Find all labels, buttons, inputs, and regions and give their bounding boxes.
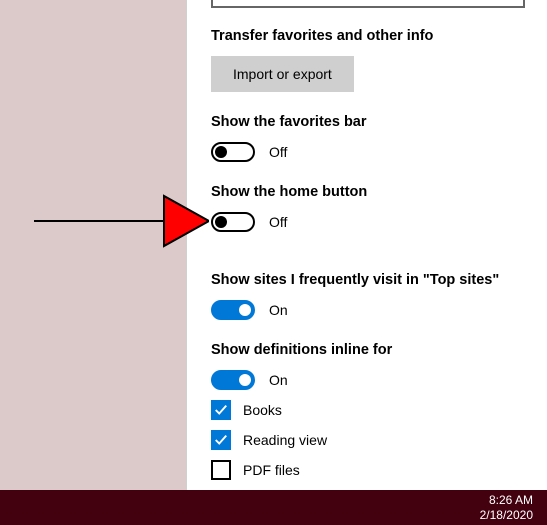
toggle-top-sites[interactable] bbox=[211, 300, 255, 320]
taskbar-time: 8:26 AM bbox=[480, 493, 533, 508]
heading-definitions: Show definitions inline for bbox=[211, 342, 547, 358]
check-icon bbox=[214, 403, 228, 417]
settings-panel: Transfer favorites and other info Import… bbox=[186, 0, 547, 490]
checkbox-pdf-files[interactable] bbox=[211, 460, 231, 480]
heading-home-button: Show the home button bbox=[211, 184, 547, 200]
toggle-favorites-bar[interactable] bbox=[211, 142, 255, 162]
input-field-partial[interactable] bbox=[211, 0, 525, 8]
toggle-label-definitions: On bbox=[269, 372, 288, 388]
screenshot-root: Transfer favorites and other info Import… bbox=[0, 0, 547, 525]
toggle-knob bbox=[215, 146, 227, 158]
checkbox-row-reading-view: Reading view bbox=[211, 430, 547, 450]
section-favorites-bar: Show the favorites bar Off bbox=[211, 114, 547, 162]
checkbox-label-pdf-files: PDF files bbox=[243, 462, 300, 478]
checkbox-row-books: Books bbox=[211, 400, 547, 420]
toggle-label-home-button: Off bbox=[269, 214, 287, 230]
toggle-knob bbox=[239, 374, 251, 386]
heading-transfer: Transfer favorites and other info bbox=[211, 28, 547, 44]
checkbox-reading-view[interactable] bbox=[211, 430, 231, 450]
checkbox-row-pdf-files: PDF files bbox=[211, 460, 547, 480]
taskbar[interactable]: 8:26 AM 2/18/2020 bbox=[0, 490, 547, 525]
check-icon bbox=[214, 433, 228, 447]
import-export-button[interactable]: Import or export bbox=[211, 56, 354, 92]
taskbar-date: 2/18/2020 bbox=[480, 508, 533, 523]
heading-top-sites: Show sites I frequently visit in "Top si… bbox=[211, 272, 547, 288]
toggle-knob bbox=[239, 304, 251, 316]
section-transfer: Transfer favorites and other info Import… bbox=[211, 28, 547, 92]
heading-favorites-bar: Show the favorites bar bbox=[211, 114, 547, 130]
toggle-label-top-sites: On bbox=[269, 302, 288, 318]
section-top-sites: Show sites I frequently visit in "Top si… bbox=[211, 272, 547, 320]
checkbox-label-books: Books bbox=[243, 402, 282, 418]
checkbox-books[interactable] bbox=[211, 400, 231, 420]
left-margin bbox=[0, 0, 186, 490]
section-home-button: Show the home button Off bbox=[211, 184, 547, 232]
section-definitions: Show definitions inline for On Books Rea… bbox=[211, 342, 547, 480]
checkbox-label-reading-view: Reading view bbox=[243, 432, 327, 448]
toggle-definitions[interactable] bbox=[211, 370, 255, 390]
toggle-knob bbox=[215, 216, 227, 228]
toggle-label-favorites-bar: Off bbox=[269, 144, 287, 160]
toggle-home-button[interactable] bbox=[211, 212, 255, 232]
taskbar-clock[interactable]: 8:26 AM 2/18/2020 bbox=[480, 493, 533, 523]
